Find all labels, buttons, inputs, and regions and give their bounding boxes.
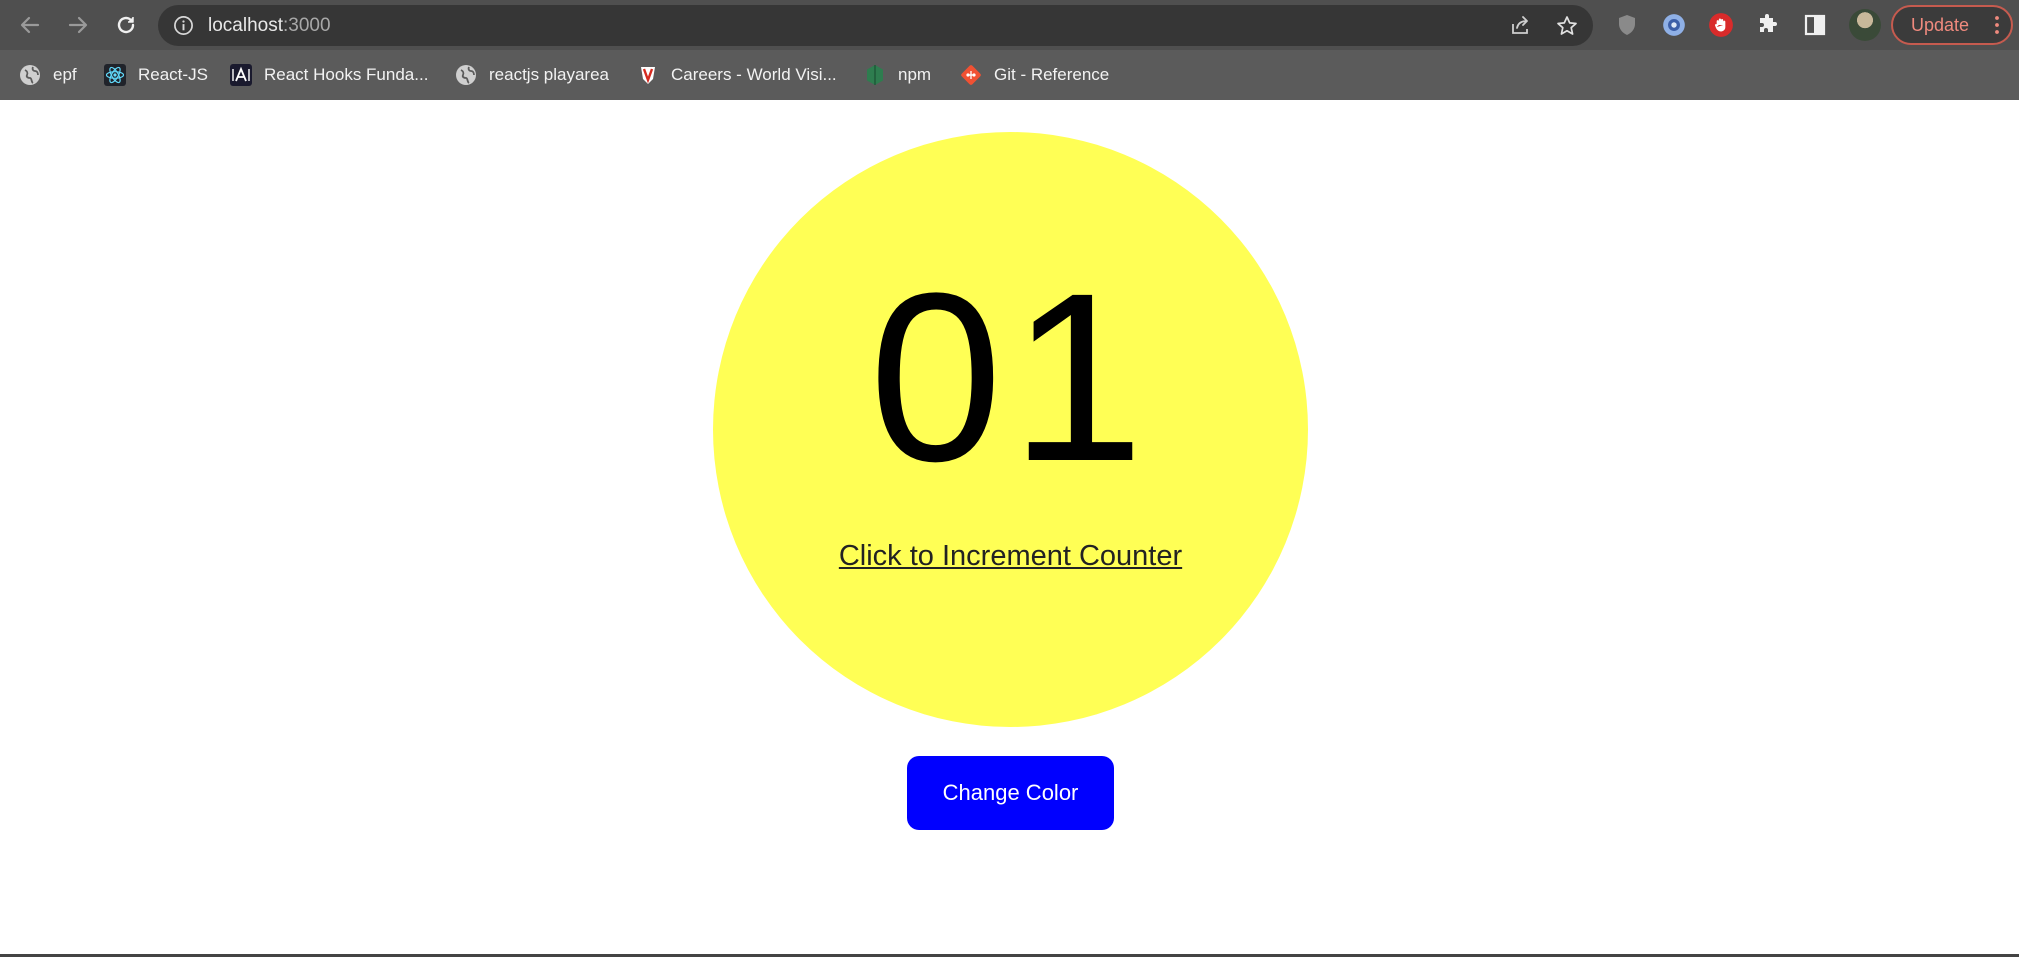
change-color-button[interactable]: Change Color [907,756,1114,830]
profile-avatar[interactable] [1849,9,1881,41]
stop-hand-extension-icon[interactable] [1708,12,1734,38]
arrow-right-icon [68,16,88,34]
bookmark-react-js[interactable]: React-JS [104,62,208,88]
url-host: localhost [208,15,283,36]
increment-counter-link[interactable]: Click to Increment Counter [713,540,1308,573]
bookmark-react-hooks[interactable]: React Hooks Funda... [230,62,428,88]
shield-extension-icon[interactable] [1614,12,1640,38]
bookmark-label: Git - Reference [994,65,1110,84]
sync-extension-icon[interactable] [1661,12,1687,38]
arrow-left-icon [20,16,40,34]
world-vision-icon [637,64,659,86]
info-icon[interactable] [173,15,194,36]
npm-icon [864,64,886,86]
bookmark-label: epf [53,65,77,84]
bookmark-git-reference[interactable]: Git - Reference [960,62,1109,88]
bookmark-label: React Hooks Funda... [264,65,429,84]
bookmark-careers-world-vision[interactable]: Careers - World Visi... [637,62,837,88]
react-hooks-icon [230,64,252,86]
update-button[interactable]: Update [1891,5,2013,45]
browser-chrome: localhost:3000 Update epf React-JS React… [0,0,2019,100]
bookmarks-bar: epf React-JS React Hooks Funda... reactj… [0,50,2019,100]
git-icon [960,64,982,86]
puzzle-extensions-icon[interactable] [1755,12,1781,38]
counter-circle: 01 Click to Increment Counter [713,132,1308,727]
bookmark-label: React-JS [138,65,208,84]
address-bar[interactable]: localhost:3000 [158,5,1593,46]
browser-toolbar: localhost:3000 Update [0,0,2019,50]
share-icon[interactable] [1509,15,1531,37]
side-panel-icon[interactable] [1802,12,1828,38]
globe-icon [19,64,41,86]
bookmark-label: Careers - World Visi... [671,65,837,84]
counter-value: 01 [869,243,1152,511]
url-port: :3000 [283,15,331,36]
bookmark-label: reactjs playarea [489,65,610,84]
kebab-menu-icon[interactable] [1995,15,1999,35]
bookmark-reactjs-playarea[interactable]: reactjs playarea [455,62,609,88]
page-content: 01 Click to Increment Counter Change Col… [0,100,2019,957]
reload-button[interactable] [110,9,142,41]
update-label: Update [1911,15,1970,35]
url-text[interactable]: localhost:3000 [208,5,331,46]
forward-button[interactable] [62,9,94,41]
react-icon [104,64,126,86]
bookmark-epf[interactable]: epf [19,62,77,88]
reload-icon [117,16,135,34]
star-icon[interactable] [1556,15,1578,37]
bookmark-label: npm [898,65,932,84]
back-button[interactable] [14,9,46,41]
bookmark-npm[interactable]: npm [864,62,931,88]
globe-icon [455,64,477,86]
